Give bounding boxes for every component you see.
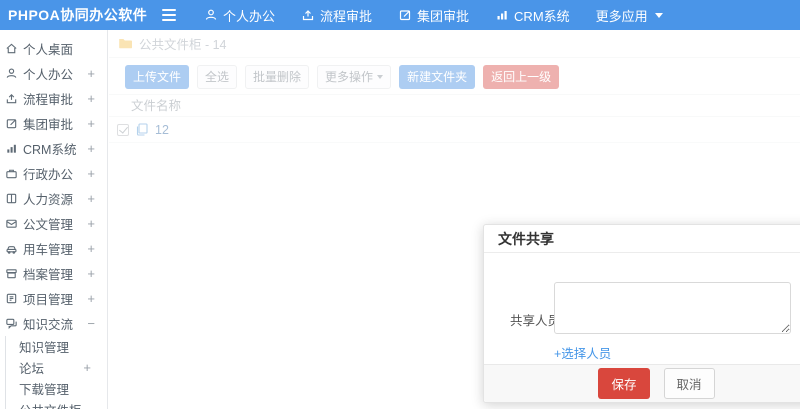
user-icon <box>204 8 218 22</box>
topnav-process-approval[interactable]: 流程审批 <box>301 6 372 25</box>
share-members-label: 共享人员 <box>510 314 561 328</box>
project-icon <box>5 292 19 306</box>
app-logo: PHPOA协同办公软件 <box>8 7 148 23</box>
topnav-crm[interactable]: CRM系统 <box>495 6 570 25</box>
sidebar-item-process-approval[interactable]: 流程审批 + <box>0 86 107 111</box>
sidebar-item-hr[interactable]: 人力资源 + <box>0 186 107 211</box>
top-nav: 个人办公 流程审批 集团审批 CRM系统 更多应用 <box>204 6 663 25</box>
app-window: PHPOA协同办公软件 个人办公 流程审批 集团审批 CRM系统 更多应用 个人… <box>0 0 800 409</box>
topnav-label: 流程审批 <box>320 8 373 24</box>
chart-icon <box>495 8 509 22</box>
chart-icon <box>5 142 19 156</box>
sidebar-subitem-public-file-cabinet[interactable]: 公共文件柜 <box>6 399 107 409</box>
sidebar-item-project-mgmt[interactable]: 项目管理 + <box>0 286 107 311</box>
select-members-link[interactable]: +选择人员 <box>554 343 611 362</box>
dialog-title: 文件共享 <box>484 225 800 253</box>
sidebar-subitem-download-mgmt[interactable]: 下载管理 <box>6 378 107 399</box>
dialog-footer: 保存 取消 <box>484 364 800 402</box>
sidebar-item-archive-mgmt[interactable]: 档案管理 + <box>0 261 107 286</box>
sidebar-item-knowledge-exchange[interactable]: 知识交流 − <box>0 311 107 336</box>
top-bar: PHPOA协同办公软件 个人办公 流程审批 集团审批 CRM系统 更多应用 <box>0 0 800 30</box>
cancel-button[interactable]: 取消 <box>663 368 715 399</box>
process-icon <box>301 8 315 22</box>
archive-icon <box>5 267 19 281</box>
home-icon <box>5 42 19 56</box>
topnav-label: 集团审批 <box>417 8 470 24</box>
sidebar-subitem-forum[interactable]: 论坛 + <box>6 357 107 378</box>
caret-down-icon <box>654 12 663 18</box>
sidebar: 个人桌面 个人办公 + 流程审批 + 集团审批 + CRM系统 + 行政办公 + <box>0 30 108 409</box>
chat-icon <box>5 317 19 331</box>
topnav-label: 更多应用 <box>595 8 648 24</box>
topnav-more-apps[interactable]: 更多应用 <box>596 6 663 25</box>
sidebar-item-desktop[interactable]: 个人桌面 <box>0 36 107 61</box>
topnav-label: 个人办公 <box>223 8 276 24</box>
topnav-personal-office[interactable]: 个人办公 <box>204 6 275 25</box>
user-icon <box>5 67 19 81</box>
sidebar-item-vehicle-mgmt[interactable]: 用车管理 + <box>0 236 107 261</box>
sidebar-item-document-mgmt[interactable]: 公文管理 + <box>0 211 107 236</box>
sidebar-item-personal-office[interactable]: 个人办公 + <box>0 61 107 86</box>
sidebar-item-group-approval[interactable]: 集团审批 + <box>0 111 107 136</box>
sidebar-subitem-knowledge-mgmt[interactable]: 知识管理 <box>6 336 107 357</box>
dialog-body: 共享人员 +选择人员 <box>484 253 800 364</box>
book-icon <box>5 192 19 206</box>
edit-icon <box>398 8 412 22</box>
knowledge-submenu: 知识管理 论坛 + 下载管理 公共文件柜 <box>5 336 107 409</box>
file-share-dialog: 文件共享 共享人员 +选择人员 保存 取消 <box>483 224 800 403</box>
envelope-icon <box>5 217 19 231</box>
sidebar-item-admin-office[interactable]: 行政办公 + <box>0 161 107 186</box>
process-icon <box>5 92 19 106</box>
share-members-input[interactable] <box>554 282 791 334</box>
sidebar-item-crm[interactable]: CRM系统 + <box>0 136 107 161</box>
car-icon <box>5 242 19 256</box>
edit-icon <box>5 117 19 131</box>
topnav-label: CRM系统 <box>514 8 570 24</box>
topnav-group-approval[interactable]: 集团审批 <box>398 6 469 25</box>
save-button[interactable]: 保存 <box>598 368 650 399</box>
menu-toggle-icon[interactable] <box>156 3 182 27</box>
briefcase-icon <box>5 167 19 181</box>
